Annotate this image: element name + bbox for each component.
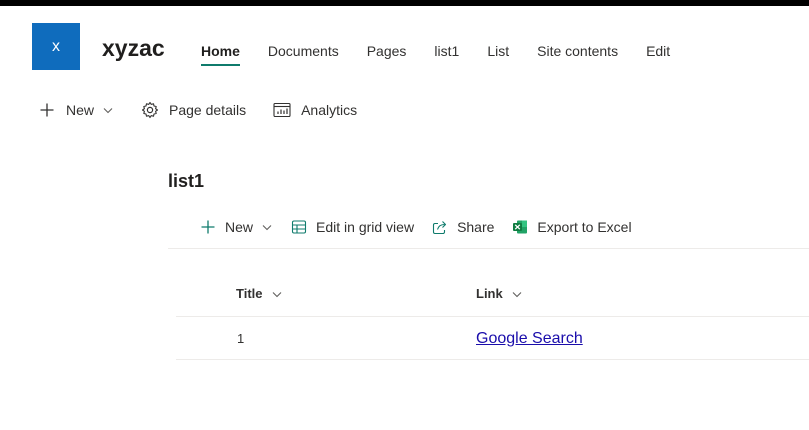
analytics-icon bbox=[273, 101, 291, 119]
nav-item-list[interactable]: List bbox=[487, 40, 509, 68]
site-logo-letter: x bbox=[52, 37, 60, 55]
nav-item-pages[interactable]: Pages bbox=[367, 40, 407, 68]
chevron-down-icon bbox=[102, 104, 114, 116]
edit-grid-view-button[interactable]: Edit in grid view bbox=[290, 218, 414, 236]
nav-item-list1[interactable]: list1 bbox=[434, 40, 459, 68]
export-to-excel-label: Export to Excel bbox=[537, 219, 632, 235]
cell-link[interactable]: Google Search bbox=[476, 330, 583, 348]
site-name[interactable]: xyzac bbox=[102, 34, 165, 62]
gear-icon bbox=[141, 101, 159, 119]
grid-icon bbox=[290, 218, 308, 236]
column-header-link-label: Link bbox=[476, 286, 503, 301]
list-new-button[interactable]: New bbox=[199, 218, 273, 236]
page-details-label: Page details bbox=[169, 102, 247, 118]
column-header-title-label: Title bbox=[236, 286, 263, 301]
command-bar-divider bbox=[168, 248, 809, 249]
share-button[interactable]: Share bbox=[431, 218, 494, 236]
plus-icon bbox=[38, 101, 56, 119]
nav-item-documents[interactable]: Documents bbox=[268, 40, 339, 68]
chevron-down-icon bbox=[511, 288, 523, 300]
nav-item-home[interactable]: Home bbox=[201, 40, 240, 68]
nav-item-edit[interactable]: Edit bbox=[646, 40, 670, 68]
share-label: Share bbox=[457, 219, 495, 235]
list-title[interactable]: list1 bbox=[168, 170, 204, 192]
page-new-button[interactable]: New bbox=[38, 101, 114, 119]
cell-title[interactable]: 1 bbox=[237, 331, 244, 346]
list-command-bar: New Edit in grid view Share Export to Ex… bbox=[199, 215, 649, 239]
top-strip bbox=[0, 0, 809, 6]
page-details-button[interactable]: Page details bbox=[141, 101, 246, 119]
excel-icon bbox=[511, 218, 529, 236]
site-navigation: Home Documents Pages list1 List Site con… bbox=[201, 40, 698, 70]
plus-icon bbox=[199, 218, 217, 236]
chevron-down-icon bbox=[261, 221, 273, 233]
site-logo[interactable]: x bbox=[32, 23, 80, 70]
page-new-label: New bbox=[66, 102, 95, 118]
header-row-divider bbox=[176, 316, 809, 317]
edit-grid-view-label: Edit in grid view bbox=[316, 219, 415, 235]
page-command-bar: New Page details Analytics bbox=[38, 98, 384, 122]
list-new-label: New bbox=[225, 219, 254, 235]
analytics-button[interactable]: Analytics bbox=[273, 101, 357, 119]
analytics-label: Analytics bbox=[301, 102, 358, 118]
column-header-link[interactable]: Link bbox=[476, 286, 523, 301]
column-header-title[interactable]: Title bbox=[236, 286, 283, 301]
chevron-down-icon bbox=[271, 288, 283, 300]
table-row-divider bbox=[176, 359, 809, 360]
export-to-excel-button[interactable]: Export to Excel bbox=[511, 218, 632, 236]
nav-item-site-contents[interactable]: Site contents bbox=[537, 40, 618, 68]
share-icon bbox=[431, 218, 449, 236]
